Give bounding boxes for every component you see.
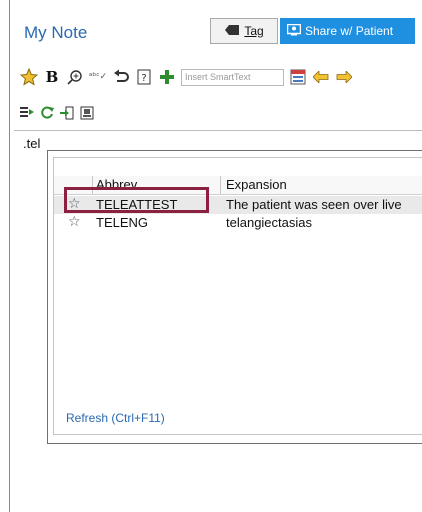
tag-button-label: Tag xyxy=(244,24,264,38)
selection-highlight-box xyxy=(64,187,209,213)
editor-toolbar-secondary xyxy=(20,106,94,120)
import-icon[interactable] xyxy=(60,106,74,120)
column-header-expansion[interactable]: Expansion xyxy=(226,177,287,192)
refresh-icon[interactable] xyxy=(40,106,54,120)
expansion-cell: telangiectasias xyxy=(226,215,312,230)
expansion-cell: The patient was seen over live xyxy=(226,197,402,212)
smarttext-input[interactable]: Insert SmartText xyxy=(181,68,284,86)
next-arrow-icon[interactable] xyxy=(335,68,353,86)
share-with-patient-button[interactable]: Share w/ Patient xyxy=(280,18,415,44)
favorite-star-icon[interactable]: ☆ xyxy=(68,214,81,230)
add-icon[interactable] xyxy=(158,68,176,86)
share-button-label: Share w/ Patient xyxy=(305,24,394,38)
svg-text:?: ? xyxy=(141,73,146,84)
refresh-link[interactable]: Refresh (Ctrl+F11) xyxy=(66,411,165,425)
tag-button[interactable]: Tag xyxy=(210,18,278,44)
editor-divider xyxy=(14,130,422,131)
prev-arrow-icon[interactable] xyxy=(312,68,330,86)
share-icon xyxy=(286,23,302,39)
smartphrase-icon[interactable]: ? xyxy=(135,68,153,86)
editor-typed-text[interactable]: .tel xyxy=(23,136,40,151)
header-separator xyxy=(220,176,221,194)
spellcheck-icon[interactable]: ᵃᵇᶜ✓ xyxy=(89,68,107,86)
list-item[interactable]: ☆ TELENG telangiectasias xyxy=(54,214,422,232)
note-title: My Note xyxy=(24,23,88,42)
find-icon[interactable] xyxy=(66,68,84,86)
favorite-star-icon[interactable] xyxy=(20,68,38,86)
smartlist-icon[interactable] xyxy=(289,68,307,86)
template-icon[interactable] xyxy=(80,106,94,120)
tag-icon xyxy=(224,24,240,39)
bold-icon[interactable]: B xyxy=(43,68,61,86)
abbrev-cell: TELENG xyxy=(96,215,149,230)
insert-list-icon[interactable] xyxy=(20,106,34,120)
editor-toolbar: B ᵃᵇᶜ✓ ? Insert SmartText xyxy=(20,66,353,88)
undo-icon[interactable] xyxy=(112,68,130,86)
